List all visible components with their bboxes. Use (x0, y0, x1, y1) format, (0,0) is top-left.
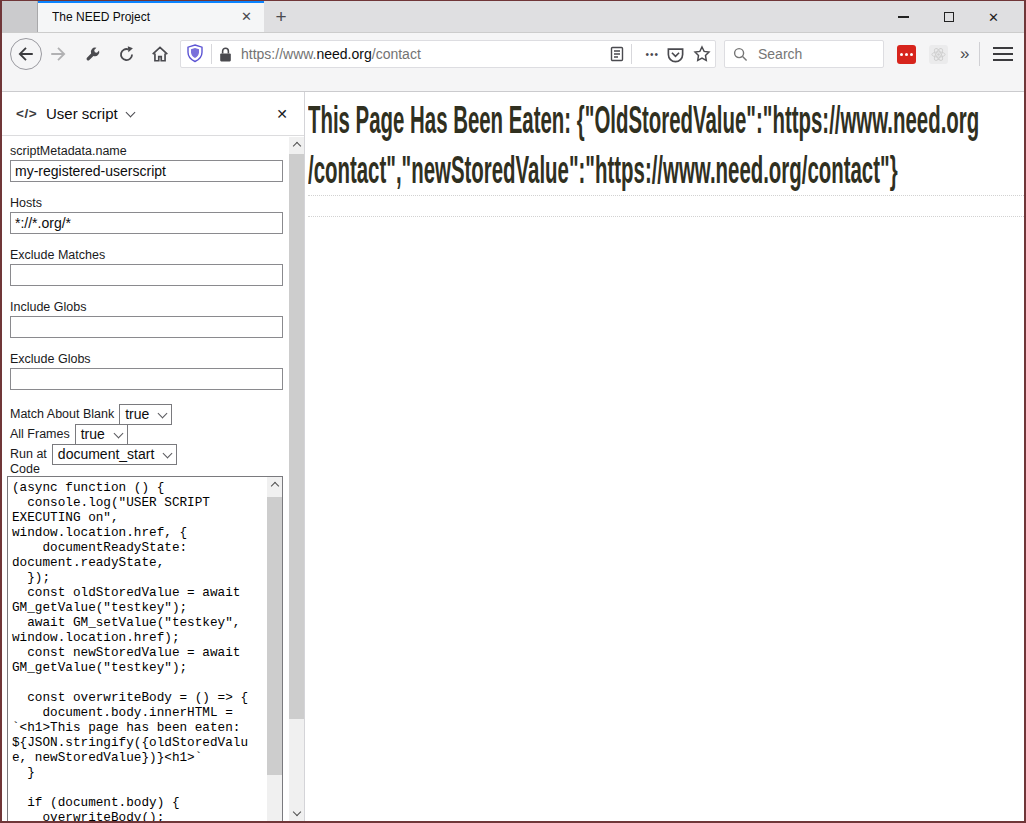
reload-icon (118, 46, 135, 63)
page-actions: ••• (609, 44, 711, 64)
navigation-toolbar: https://www.need.org/contact ••• Search … (2, 33, 1024, 75)
exclude-globs-input[interactable] (10, 368, 283, 390)
sidebar-header: </> User script ✕ (2, 92, 304, 136)
run-at-row: Run at document_start (10, 444, 304, 464)
field-label: Hosts (10, 196, 304, 210)
code-text[interactable]: (async function () { console.log("USER S… (8, 477, 282, 821)
code-scrollbar-thumb[interactable] (267, 497, 282, 775)
search-bar[interactable]: Search (724, 40, 884, 68)
extension-red-icon[interactable] (897, 45, 916, 64)
new-tab-button[interactable]: + (264, 1, 298, 32)
heading-line-2: /contact","newStoredValue":"https://www.… (308, 145, 692, 195)
url-text[interactable]: https://www.need.org/contact (241, 46, 609, 62)
maximize-icon (944, 12, 954, 22)
field-label: scriptMetadata.name (10, 144, 304, 158)
tab-title: The NEED Project (52, 10, 237, 24)
toolbar-separator (979, 42, 980, 66)
code-brackets-icon: </> (16, 106, 37, 121)
browser-window: The NEED Project ✕ + ✕ https:// (0, 0, 1026, 823)
code-label: Code (10, 462, 40, 476)
script-name-input[interactable] (10, 160, 283, 182)
minimize-button[interactable] (881, 1, 926, 33)
page-actions-separator (631, 44, 632, 64)
atom-icon (931, 47, 946, 62)
titlebar-spacer (2, 1, 38, 32)
sidebar-body: scriptMetadata.name Hosts Exclude Matche… (2, 136, 304, 821)
select-chevron-icon (158, 408, 168, 418)
wrench-icon (84, 46, 101, 63)
field-exclude-matches: Exclude Matches (10, 248, 304, 286)
maximize-button[interactable] (926, 1, 971, 33)
field-label: Exclude Matches (10, 248, 304, 262)
scroll-up-icon[interactable] (267, 477, 282, 492)
dotted-divider (308, 195, 1024, 217)
page-content: This Page Has Been Eaten: {"OldStoredVal… (305, 92, 1024, 821)
page-actions-menu-icon[interactable]: ••• (645, 49, 659, 60)
userscript-sidebar: </> User script ✕ scriptMetadata.name Ho… (2, 92, 305, 821)
field-script-name: scriptMetadata.name (10, 144, 304, 182)
code-editor[interactable]: (async function () { console.log("USER S… (7, 476, 283, 821)
sidebar-scrollbar-thumb[interactable] (289, 154, 304, 719)
code-scrollbar[interactable] (267, 477, 282, 821)
include-globs-input[interactable] (10, 316, 283, 338)
select-label: Run at (10, 447, 47, 461)
all-frames-select[interactable]: true (75, 424, 128, 445)
minimize-icon (898, 16, 909, 17)
window-controls: ✕ (881, 1, 1016, 33)
reader-mode-icon[interactable] (609, 46, 625, 62)
url-bar[interactable]: https://www.need.org/contact ••• (180, 40, 716, 68)
reload-button[interactable] (112, 46, 140, 63)
back-button[interactable] (10, 38, 42, 70)
content-area: </> User script ✕ scriptMetadata.name Ho… (2, 92, 1024, 821)
tracking-protection-shield-icon[interactable] (185, 43, 205, 65)
heading-line-1: This Page Has Been Eaten: {"OldStoredVal… (308, 95, 692, 145)
select-chevron-icon (163, 448, 173, 458)
extension-disabled-icon[interactable] (929, 45, 948, 64)
overflow-menu-icon[interactable]: » (960, 44, 967, 64)
sidebar-close-icon[interactable]: ✕ (274, 104, 290, 124)
active-tab-stripe (38, 1, 264, 3)
tab-bar: The NEED Project ✕ + ✕ (2, 1, 1024, 33)
field-include-globs: Include Globs (10, 300, 304, 338)
home-icon (151, 45, 169, 63)
select-label: All Frames (10, 427, 70, 441)
scroll-up-icon[interactable] (289, 137, 304, 152)
all-frames-row: All Frames true (10, 424, 304, 444)
pocket-icon[interactable] (666, 45, 685, 64)
field-hosts: Hosts (10, 196, 304, 234)
back-arrow-icon (17, 45, 35, 63)
hosts-input[interactable] (10, 212, 283, 234)
page-heading: This Page Has Been Eaten: {"OldStoredVal… (308, 95, 692, 195)
search-icon (733, 47, 748, 62)
run-at-select[interactable]: document_start (52, 444, 178, 465)
home-button[interactable] (146, 45, 174, 63)
exclude-matches-input[interactable] (10, 264, 283, 286)
field-label: Include Globs (10, 300, 304, 314)
userscript-wrench-button[interactable] (78, 46, 106, 63)
field-label: Exclude Globs (10, 352, 304, 366)
sidebar-title: User script (46, 105, 118, 122)
bookmark-star-icon[interactable] (693, 45, 711, 63)
close-button[interactable]: ✕ (971, 1, 1016, 33)
forward-button[interactable] (44, 45, 72, 63)
match-about-blank-select[interactable]: true (119, 404, 172, 425)
select-chevron-icon (113, 428, 123, 438)
field-exclude-globs: Exclude Globs (10, 352, 304, 390)
match-about-blank-row: Match About Blank true (10, 404, 304, 424)
app-menu-button[interactable] (990, 41, 1016, 67)
sidebar-title-chevron-icon[interactable] (125, 107, 135, 117)
scroll-down-icon[interactable] (289, 806, 304, 821)
lock-icon (218, 46, 233, 63)
urlbar-separator (211, 44, 212, 64)
sidebar-scrollbar[interactable] (289, 137, 304, 821)
tab-close-icon[interactable]: ✕ (237, 7, 256, 26)
tab-need-project[interactable]: The NEED Project ✕ (38, 1, 264, 32)
bookmarks-toolbar (2, 75, 1024, 92)
select-label: Match About Blank (10, 407, 114, 421)
search-placeholder: Search (758, 46, 802, 62)
forward-arrow-icon (49, 45, 67, 63)
